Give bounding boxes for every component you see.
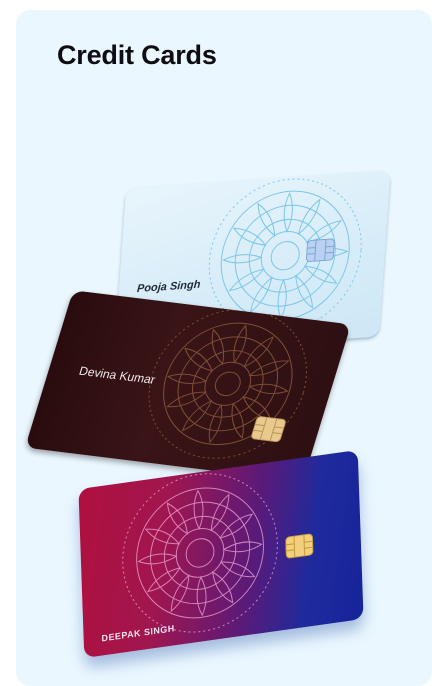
card-chip-icon	[305, 238, 335, 262]
page-title: Credit Cards	[57, 40, 217, 70]
mandala-pattern	[148, 308, 308, 459]
card-chip-icon	[285, 533, 314, 559]
credit-card-devina-kumar[interactable]: Devina Kumar	[24, 290, 352, 482]
